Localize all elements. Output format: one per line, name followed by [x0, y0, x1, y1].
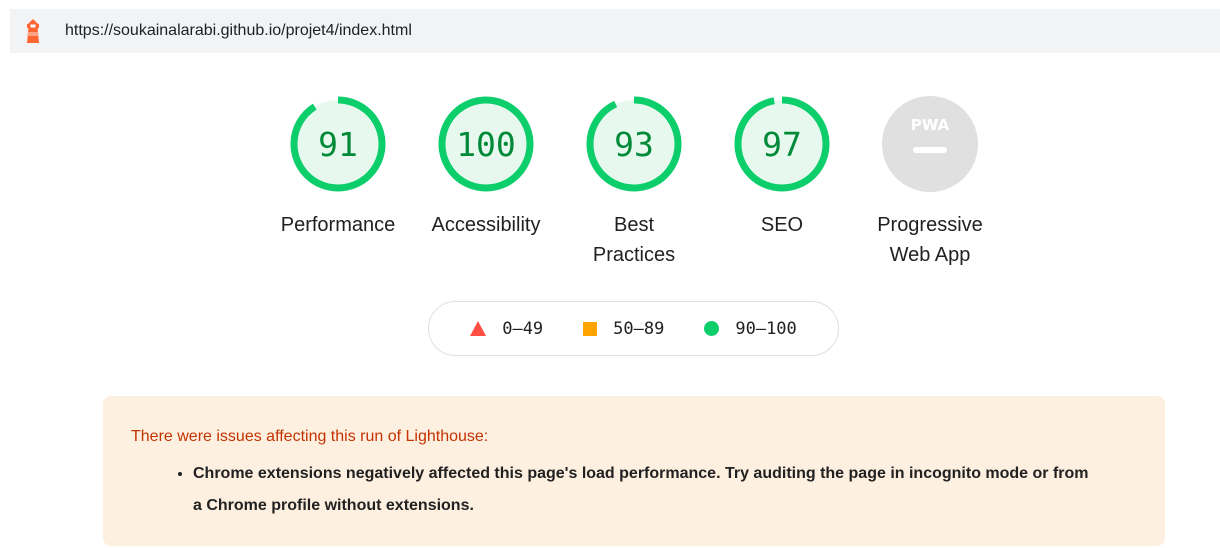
gauge-label-accessibility: Accessibility [431, 214, 541, 236]
legend-range-average: 50–89 [613, 318, 665, 339]
warning-title: There were issues affecting this run of … [131, 428, 489, 445]
performance-score: 91 [318, 125, 358, 164]
gauge-accessibility[interactable]: 100 Accessibility [411, 94, 561, 240]
gauge-label-line: Practices [592, 244, 676, 266]
gauge-label-line: Best [613, 214, 655, 236]
gauge-label-line: Progressive [877, 214, 983, 236]
gauge-label-line: Web App [889, 244, 971, 266]
score-scale-legend: 0–49 50–89 90–100 [428, 301, 839, 356]
square-icon [583, 321, 598, 336]
seo-gauge-ring: 97 [734, 96, 830, 192]
circle-icon [704, 321, 720, 336]
run-warnings: There were issues affecting this run of … [103, 396, 1165, 546]
legend-item-pass: 90–100 [704, 318, 797, 339]
performance-gauge-ring: 91 [290, 96, 386, 192]
accessibility-gauge-ring: 100 [438, 96, 534, 192]
warning-item: Chrome extensions negatively affected th… [193, 458, 1137, 522]
gauge-pwa[interactable]: PWA Progressive Web App [855, 94, 1005, 270]
best-practices-gauge-ring: 93 [586, 96, 682, 192]
best-practices-score: 93 [614, 125, 654, 164]
gauge-label-pwa: Progressive Web App [877, 210, 983, 270]
legend-item-fail: 0–49 [470, 319, 543, 339]
gauge-label-seo: SEO [760, 214, 804, 236]
gauge-seo[interactable]: 97 SEO [707, 94, 857, 240]
report-header: https://soukainalarabi.github.io/projet4… [10, 9, 1220, 53]
gauge-performance[interactable]: 91 Performance [263, 94, 413, 240]
legend-range-pass: 90–100 [735, 318, 797, 339]
legend-item-average: 50–89 [583, 319, 664, 339]
pwa-badge-text: PWA [911, 116, 950, 134]
page-url[interactable]: https://soukainalarabi.github.io/projet4… [65, 22, 412, 40]
warning-list: Chrome extensions negatively affected th… [131, 458, 1137, 522]
gauge-label-performance: Performance [280, 214, 396, 236]
triangle-icon [470, 321, 487, 336]
gauge-label-best-practices: Best Practices [593, 210, 675, 270]
legend-range-fail: 0–49 [502, 318, 544, 339]
gauge-best-practices[interactable]: 93 Best Practices [559, 94, 709, 270]
pwa-badge-icon: PWA [882, 96, 978, 192]
seo-score: 97 [762, 125, 802, 164]
accessibility-score: 100 [456, 125, 516, 164]
lighthouse-icon [27, 19, 39, 43]
